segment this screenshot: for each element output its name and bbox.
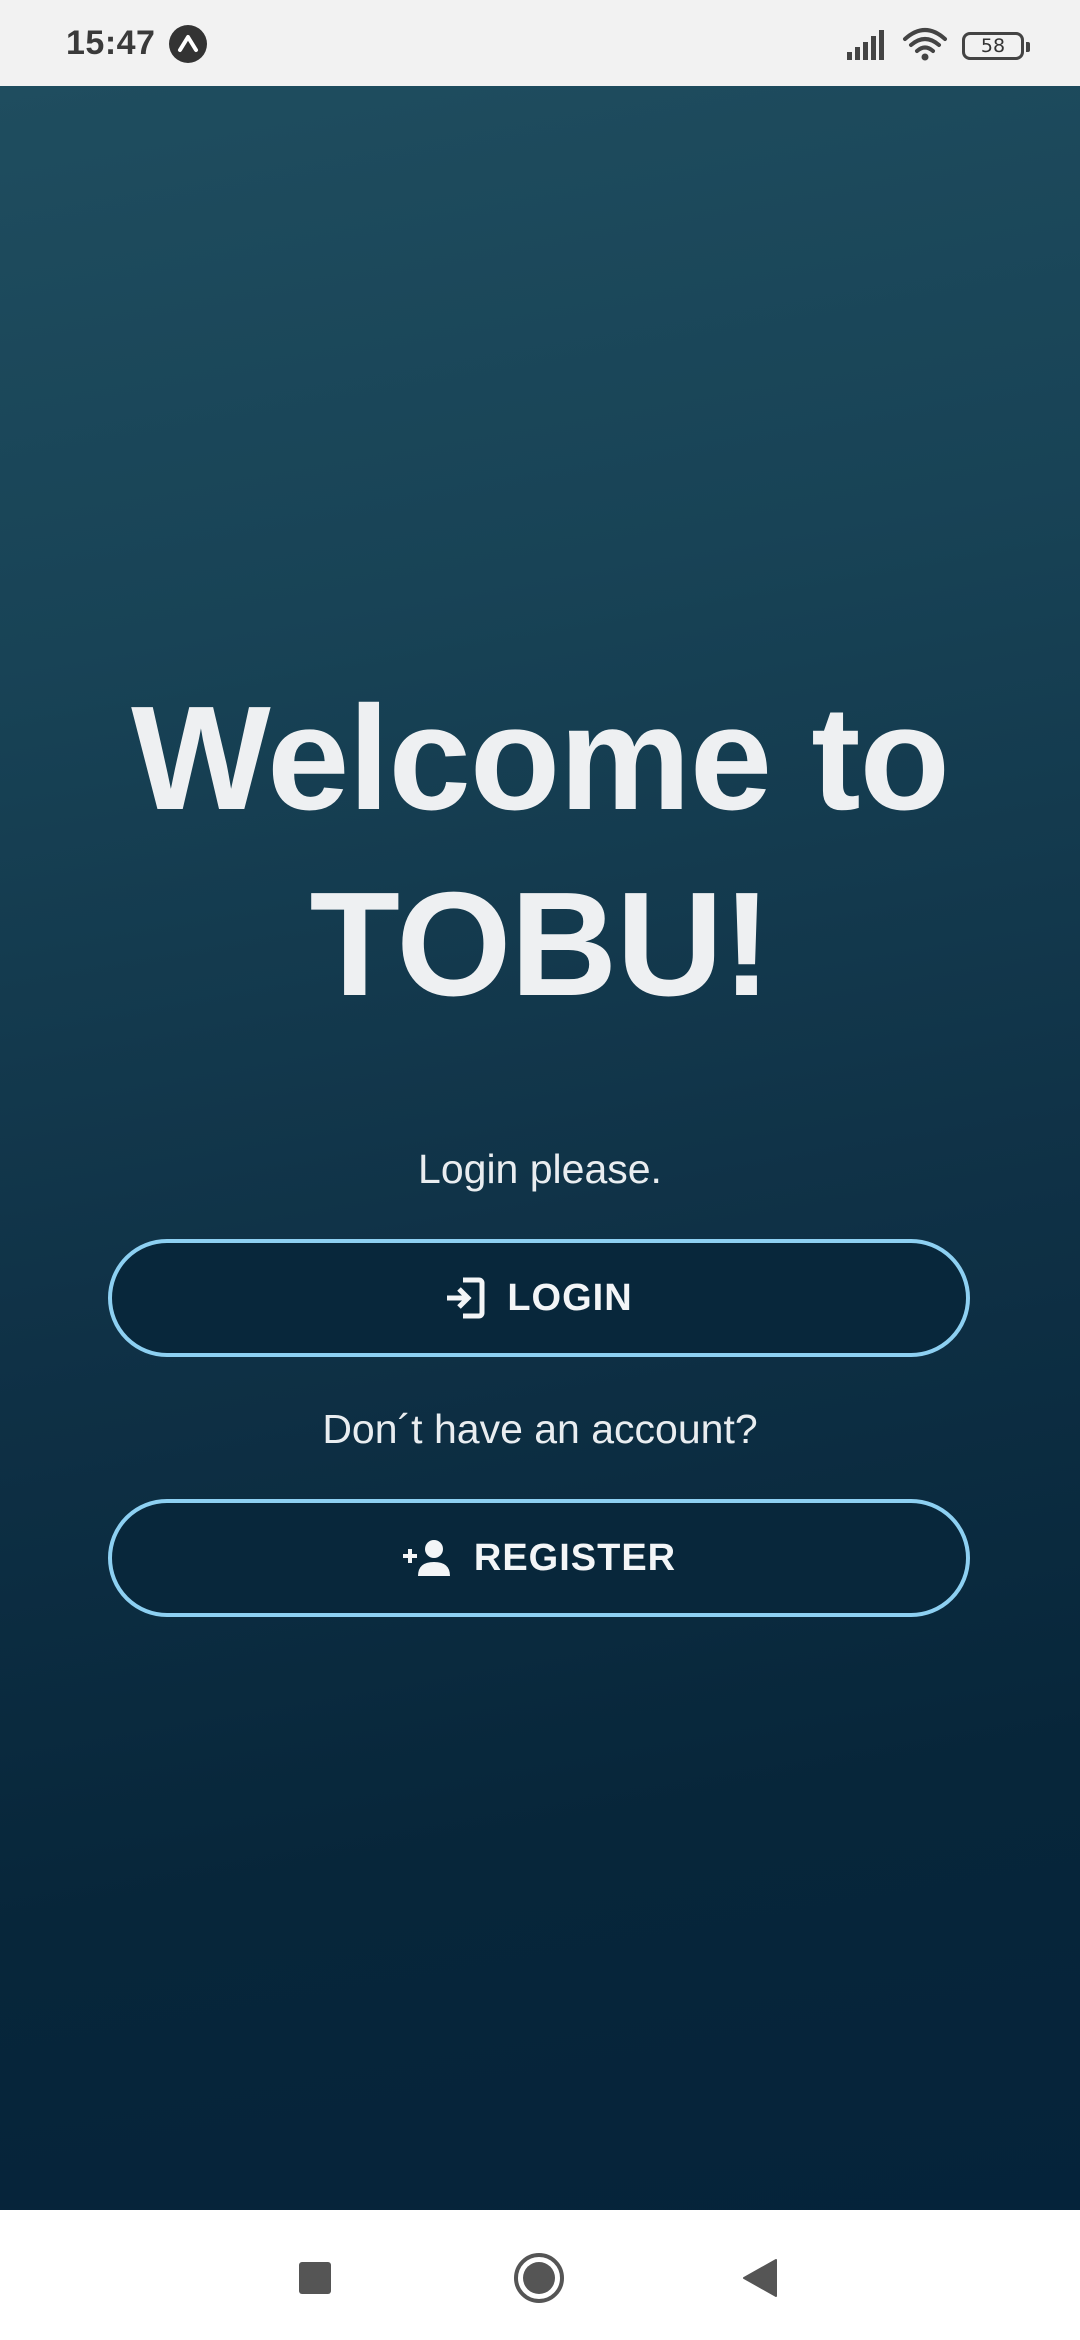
status-time: 15:47 — [66, 24, 156, 62]
person-add-icon — [402, 1538, 452, 1578]
main-screen: Welcome to TOBU! Login please. LOGIN Don… — [0, 86, 1080, 2210]
recents-square-icon[interactable] — [287, 2250, 343, 2306]
login-prompt: Login please. — [418, 1146, 662, 1192]
back-triangle-icon[interactable] — [732, 2250, 788, 2306]
login-button-label: LOGIN — [507, 1276, 633, 1319]
login-button[interactable]: LOGIN — [108, 1239, 970, 1357]
welcome-title: Welcome to TOBU! — [0, 666, 1080, 1038]
status-icons: 58 — [846, 27, 1030, 66]
expo-icon — [169, 25, 207, 63]
register-button[interactable]: REGISTER — [108, 1499, 970, 1617]
welcome-title-line2: TOBU! — [309, 862, 772, 1027]
welcome-title-line1: Welcome to — [131, 676, 950, 841]
status-bar: 15:47 58 — [0, 0, 1080, 86]
register-prompt: Don´t have an account? — [322, 1406, 758, 1452]
login-icon — [445, 1276, 485, 1320]
battery-icon: 58 — [962, 32, 1030, 60]
home-circle-icon[interactable] — [511, 2250, 567, 2306]
navigation-bar — [0, 2210, 1080, 2340]
wifi-icon — [902, 27, 948, 66]
register-button-label: REGISTER — [473, 1536, 677, 1579]
battery-level: 58 — [980, 35, 1006, 57]
signal-icon — [846, 28, 888, 65]
